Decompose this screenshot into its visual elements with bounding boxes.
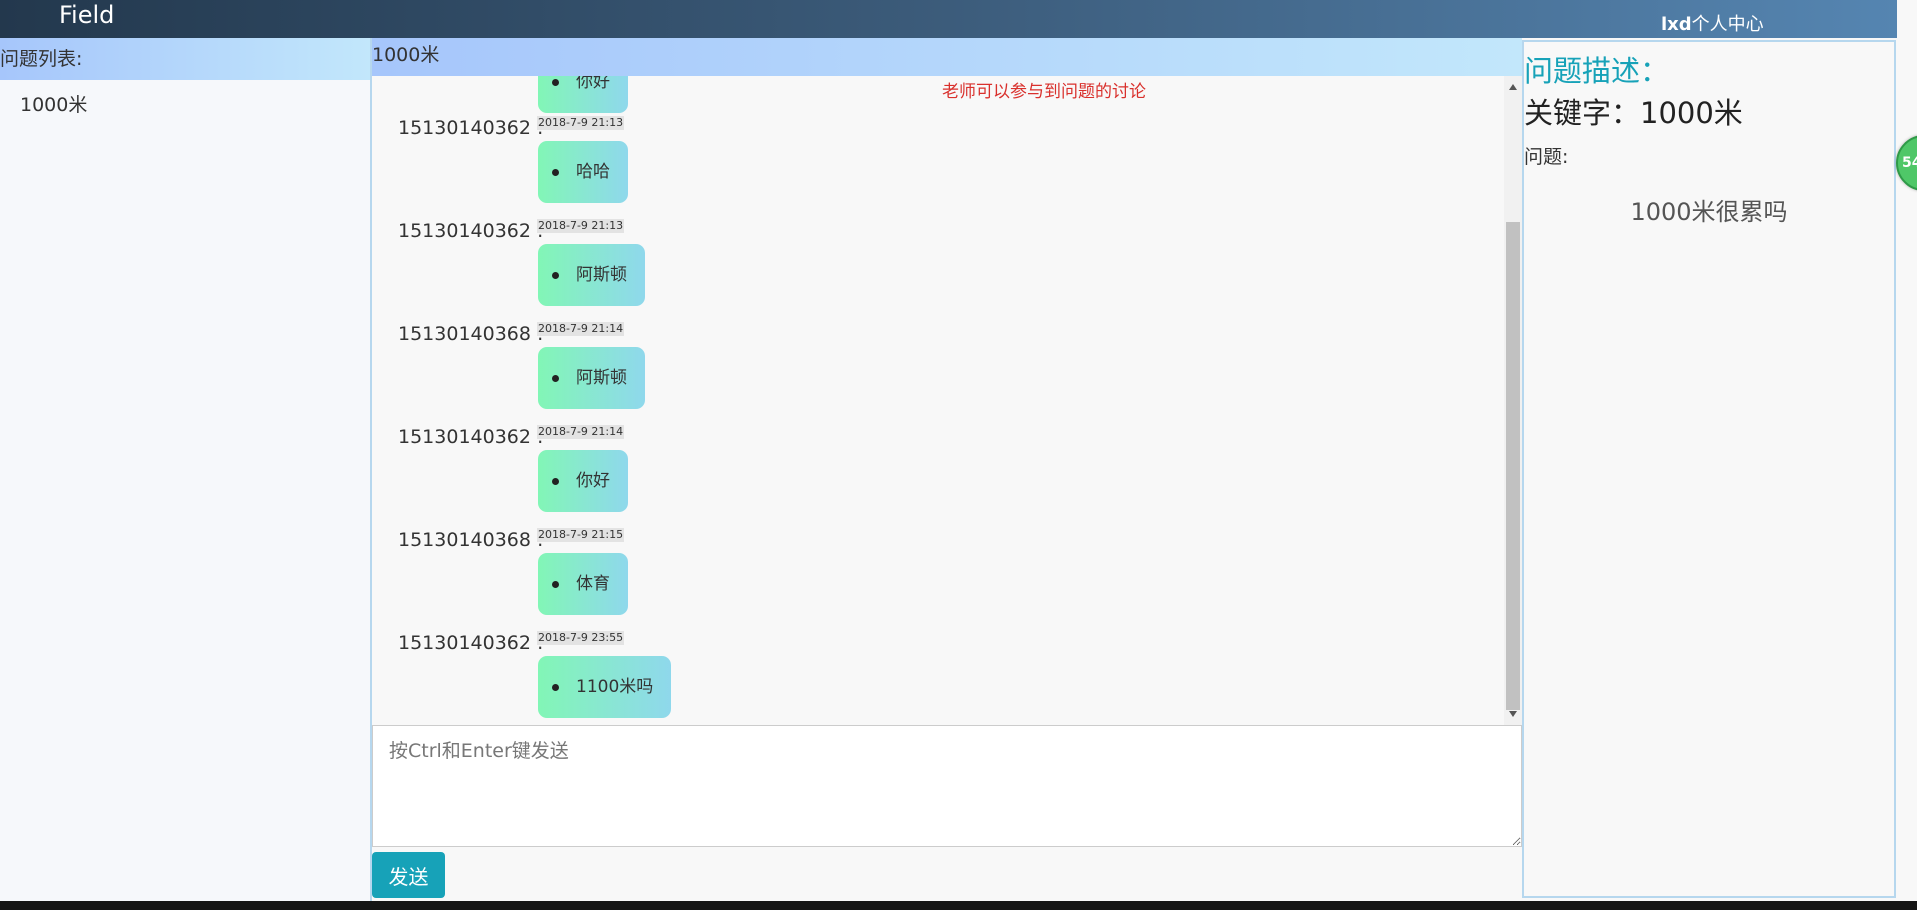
chat-scrollbar[interactable] — [1504, 76, 1522, 725]
message-list[interactable]: 你好 老师可以参与到问题的讨论 15130140362 : 2018-7-9 2… — [372, 76, 1522, 725]
detail-keyword: 关键字：1000米 — [1524, 96, 1743, 130]
question-list-title: 问题列表: — [0, 38, 370, 80]
top-navbar: Field lxd个人中心 — [0, 0, 1897, 38]
message-item: 15130140368 : 2018-7-9 21:15 体育 — [372, 488, 1492, 615]
question-list-panel: 问题列表: 1000米 — [0, 38, 372, 903]
message-input[interactable] — [372, 725, 1522, 847]
message-timestamp: 2018-7-9 23:55 — [537, 631, 625, 645]
message-item: 15130140368 : 2018-7-9 21:14 阿斯顿 — [372, 282, 1492, 409]
message-sender: 15130140362 : — [398, 632, 544, 654]
chat-title: 1000米 — [372, 38, 1522, 76]
message-timestamp: 2018-7-9 21:14 — [537, 425, 625, 439]
taskbar-strip — [0, 901, 1917, 910]
scroll-up-arrow-icon[interactable] — [1509, 84, 1517, 90]
detail-title: 问题描述： — [1524, 54, 1670, 88]
send-button[interactable]: 发送 — [372, 852, 445, 898]
username: lxd — [1661, 14, 1692, 35]
detail-question-text: 1000米很累吗 — [1630, 198, 1788, 226]
message-item: 15130140362 : 2018-7-9 21:13 阿斯顿 — [372, 179, 1492, 306]
floating-counter-badge[interactable]: 54 — [1896, 135, 1917, 191]
message-item: 15130140362 : 2018-7-9 21:14 你好 — [372, 385, 1492, 512]
message-timestamp: 2018-7-9 21:14 — [537, 322, 625, 336]
message-timestamp: 2018-7-9 21:15 — [537, 528, 625, 542]
message-timestamp: 2018-7-9 21:13 — [537, 116, 625, 130]
message-item: 15130140362 : 2018-7-9 21:13 哈哈 — [372, 76, 1492, 203]
message-bubble: 1100米吗 — [538, 656, 672, 718]
message-sender: 15130140368 : — [398, 529, 544, 551]
brand-logo[interactable]: Field — [59, 1, 114, 29]
question-list-item[interactable]: 1000米 — [0, 80, 370, 117]
question-detail-panel: 问题描述： 关键字：1000米 问题: 1000米很累吗 — [1522, 40, 1896, 898]
message-sender: 15130140368 : — [398, 323, 544, 345]
scrollbar-thumb[interactable] — [1506, 222, 1520, 710]
user-center-label: 个人中心 — [1691, 14, 1764, 35]
scroll-down-arrow-icon[interactable] — [1509, 711, 1517, 717]
user-center-link[interactable]: lxd个人中心 — [1661, 10, 1764, 36]
message-sender: 15130140362 : — [398, 220, 544, 242]
message-item: 15130140362 : 2018-7-9 23:55 1100米吗 — [372, 591, 1492, 718]
detail-question-label: 问题: — [1524, 146, 1569, 168]
message-sender: 15130140362 : — [398, 117, 544, 139]
chat-panel: 1000米 你好 老师可以参与到问题的讨论 15130140362 : 2018… — [372, 38, 1522, 901]
message-timestamp: 2018-7-9 21:13 — [537, 219, 625, 233]
message-sender: 15130140362 : — [398, 426, 544, 448]
